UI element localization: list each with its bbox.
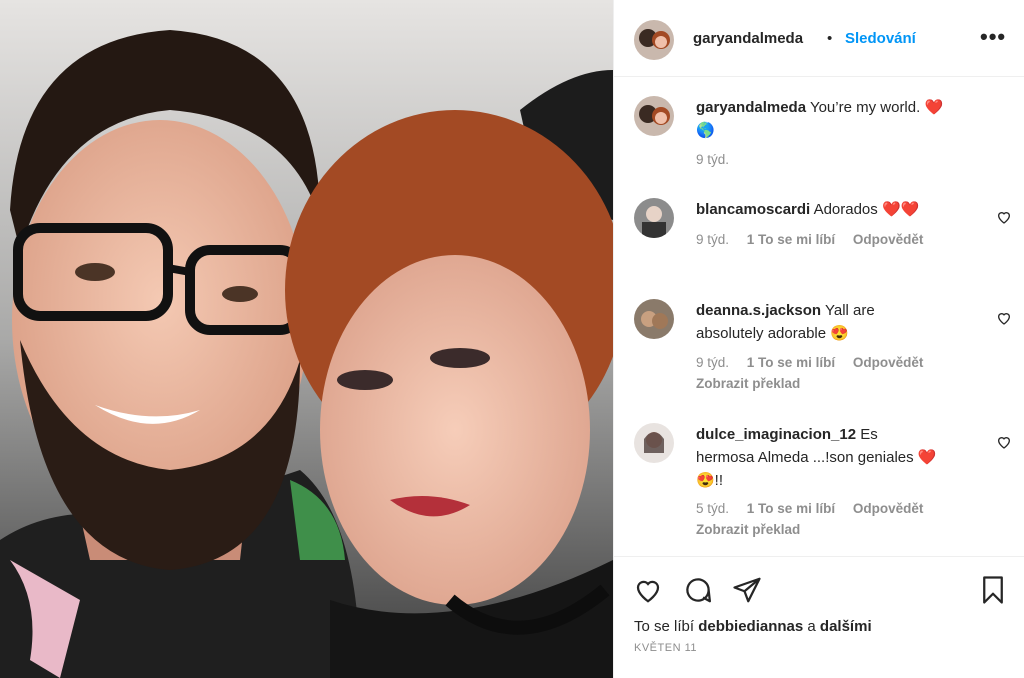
commenter-avatar[interactable] <box>634 423 674 463</box>
comment-likes-link[interactable]: 1 To se mi líbí <box>747 232 835 247</box>
caption-time: 9 týd. <box>696 152 730 167</box>
selfie-image <box>0 0 613 678</box>
likes-summary: To se líbí debbiediannas a dalšími <box>634 618 872 635</box>
post-header: garyandalmeda • Sledování ••• <box>614 0 1024 77</box>
follow-button[interactable]: Sledování <box>845 30 916 47</box>
caption-avatar[interactable] <box>634 96 674 136</box>
likes-others-link[interactable]: dalšími <box>820 618 872 635</box>
caption-text-line2: 🌎 <box>696 122 715 139</box>
author-username[interactable]: garyandalmeda <box>693 30 803 47</box>
bookmark-icon[interactable] <box>978 575 1008 605</box>
comment-likes-link[interactable]: 1 To se mi líbí <box>747 501 835 516</box>
comment-text: Yall are <box>824 302 875 319</box>
commenter-username[interactable]: dulce_imaginacion_12 <box>696 426 856 443</box>
commenter-avatar[interactable] <box>634 198 674 238</box>
heart-icon[interactable] <box>996 310 1012 326</box>
commenter-username[interactable]: deanna.s.jackson <box>696 302 821 319</box>
likes-prefix: To se líbí <box>634 618 695 635</box>
caption-username[interactable]: garyandalmeda <box>696 99 806 116</box>
comment-time: 5 týd. <box>696 501 730 516</box>
post-side-panel: garyandalmeda • Sledování ••• garyandalm… <box>613 0 1024 678</box>
more-icon[interactable]: ••• <box>980 24 1006 50</box>
comment-text: Es <box>860 426 878 443</box>
translate-link[interactable]: Zobrazit překlad <box>696 522 800 537</box>
comment-time: 9 týd. <box>696 232 730 247</box>
translate-link[interactable]: Zobrazit překlad <box>696 376 800 391</box>
caption-text: You’re my world. ❤️ <box>809 99 944 116</box>
heart-icon[interactable] <box>996 434 1012 450</box>
likes-user-link[interactable]: debbiediannas <box>698 618 803 635</box>
reply-button[interactable]: Odpovědět <box>853 355 924 370</box>
author-avatar[interactable] <box>634 20 674 60</box>
commenter-avatar[interactable] <box>634 299 674 339</box>
commenter-username[interactable]: blancamoscardi <box>696 201 810 218</box>
separator-dot: • <box>827 30 833 47</box>
reply-button[interactable]: Odpovědět <box>853 501 924 516</box>
heart-icon[interactable] <box>996 209 1012 225</box>
heart-icon[interactable] <box>633 575 663 605</box>
post-date[interactable]: KVĚTEN 11 <box>634 642 697 654</box>
comment-text-line2: hermosa Almeda ...!son geniales ❤️ <box>696 449 937 466</box>
post-photo[interactable] <box>0 0 613 678</box>
comment-text-line2: absolutely adorable 😍 <box>696 325 849 342</box>
reply-button[interactable]: Odpovědět <box>853 232 924 247</box>
comment-likes-link[interactable]: 1 To se mi líbí <box>747 355 835 370</box>
comment-icon[interactable] <box>683 575 713 605</box>
share-icon[interactable] <box>732 575 762 605</box>
post-actions: To se líbí debbiediannas a dalšími KVĚTE… <box>614 556 1024 678</box>
comment-text-line3: 😍!! <box>696 472 724 489</box>
likes-joiner: a <box>807 618 816 635</box>
comment-text: Adorados ❤️❤️ <box>813 201 920 218</box>
comment-time: 9 týd. <box>696 355 730 370</box>
